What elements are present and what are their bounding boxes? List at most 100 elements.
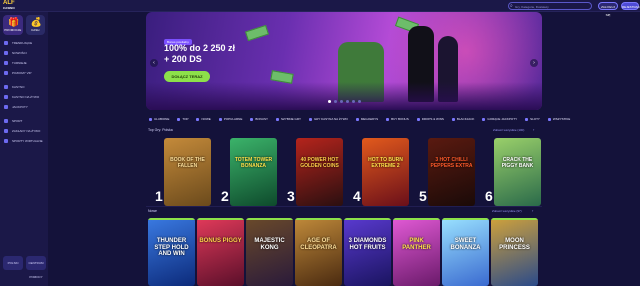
register-button[interactable]: REJESTRACJA bbox=[621, 2, 640, 10]
category-label: BLACKJACK bbox=[456, 117, 475, 121]
game-tile[interactable]: 40 POWER HOT GOLDEN COINS bbox=[296, 138, 343, 206]
sidebar-item-new[interactable]: NOWOŚCI bbox=[0, 48, 48, 58]
category-icon bbox=[547, 117, 551, 121]
chevron-right-icon[interactable]: › bbox=[530, 59, 538, 67]
game-title: THUNDER STEP HOLD AND WIN bbox=[154, 238, 189, 257]
search-placeholder: Gry, Kategorie, Dostawcy bbox=[515, 5, 549, 9]
game-title: 3 HOT CHILLI PEPPERS EXTRA bbox=[430, 157, 473, 169]
category-icon bbox=[276, 117, 279, 121]
sidebar-item-tournaments[interactable]: TURNIEJE bbox=[0, 58, 48, 68]
category-chip[interactable]: BONUSY bbox=[247, 116, 271, 122]
join-now-button[interactable]: DOŁĄCZ TERAZ bbox=[164, 71, 210, 82]
game-tile[interactable]: 3 DIAMONDS HOT FRUITS bbox=[344, 218, 391, 286]
game-title: TOTEM TOWER BONANZA bbox=[234, 157, 273, 169]
category-label: SLOTY bbox=[530, 117, 540, 121]
carousel-dot[interactable] bbox=[358, 100, 361, 103]
view-all-top-link[interactable]: Zobacz wszystkie (100) bbox=[493, 128, 524, 132]
star-icon bbox=[4, 51, 8, 55]
game-tile[interactable]: HOT TO BURN EXTREME 2 bbox=[362, 138, 409, 206]
hero-banner[interactable]: Bonus powitalny 100% do 2 250 zł + 200 D… bbox=[146, 12, 542, 110]
chevron-left-icon[interactable]: ‹ bbox=[150, 59, 158, 67]
category-icon bbox=[196, 117, 200, 121]
sidebar-item-sport[interactable]: SPORT bbox=[0, 116, 48, 126]
jackpot-icon bbox=[4, 105, 8, 109]
game-title: MAJESTIC KONG bbox=[254, 238, 285, 251]
rank-number: 1 bbox=[155, 188, 163, 204]
category-label: TOP bbox=[182, 117, 189, 121]
carousel-dot[interactable] bbox=[346, 100, 349, 103]
section-title-new: Nowe bbox=[148, 209, 157, 213]
category-chip[interactable]: TOP bbox=[174, 116, 191, 122]
category-chip[interactable]: BUY BONUS bbox=[383, 116, 412, 122]
category-chip[interactable]: SLOTY bbox=[522, 116, 543, 122]
logo[interactable]: ALF CASINO bbox=[3, 0, 15, 11]
category-chip[interactable]: ULUBIONE bbox=[146, 116, 172, 122]
sidebar-item-virtual-sports[interactable]: SPORTY WIRTUALNE bbox=[0, 136, 48, 146]
category-icon bbox=[177, 117, 181, 121]
sidebar-item-jackpots[interactable]: JACKPOTY bbox=[0, 102, 48, 112]
sidebar-tile-cash[interactable]: 💰 CASH bbox=[25, 15, 45, 35]
rank-number: 2 bbox=[221, 188, 229, 204]
login-button[interactable]: ZALOGUJ SIĘ bbox=[598, 2, 618, 17]
game-tile[interactable]: AGE OF CLEOPATRA bbox=[295, 218, 342, 286]
game-tile[interactable]: MAJESTIC KONG bbox=[246, 218, 293, 286]
sidebar-item-vip[interactable]: POZIOMY VIP bbox=[0, 68, 48, 78]
sidebar-item-label: SPORTY WIRTUALNE bbox=[12, 139, 43, 143]
category-icon bbox=[308, 117, 312, 121]
category-chip[interactable]: WSZYSTKIE bbox=[545, 116, 573, 122]
carousel-dot[interactable] bbox=[328, 100, 331, 103]
game-tile[interactable]: SWEET BONANZA bbox=[442, 218, 489, 286]
game-tile[interactable]: PINK PANTHER bbox=[393, 218, 440, 286]
game-tile[interactable]: 3 HOT CHILLI PEPPERS EXTRA bbox=[428, 138, 475, 206]
sidebar-item-label: ZAKŁADY NA ŻYWO bbox=[12, 129, 41, 133]
search-icon: ⌕ bbox=[510, 3, 513, 9]
sidebar-item-live-bets[interactable]: ZAKŁADY NA ŻYWO bbox=[0, 126, 48, 136]
category-chip[interactable]: DROPS & WINS bbox=[414, 116, 447, 122]
category-icon bbox=[525, 117, 529, 121]
ball-icon bbox=[4, 119, 8, 123]
sidebar-tile-label: CASH bbox=[31, 28, 40, 32]
category-label: BUY BONUS bbox=[391, 117, 409, 121]
chevron-right-icon[interactable]: › bbox=[533, 127, 534, 132]
hero-headline: 100% do 2 250 zł bbox=[164, 43, 236, 53]
game-tile[interactable]: BONUS PIGGY bbox=[197, 218, 244, 286]
category-icon bbox=[218, 117, 222, 121]
game-title: AGE OF CLEOPATRA bbox=[300, 238, 337, 251]
trophy-icon bbox=[4, 61, 8, 65]
sidebar-item-trending[interactable]: TRENDUJĄCE bbox=[0, 38, 48, 48]
category-label: DROPS & WINS bbox=[421, 117, 444, 121]
game-title: SWEET BONANZA bbox=[450, 238, 481, 251]
view-all-new-link[interactable]: Zobacz wszystkie (97) bbox=[492, 209, 522, 213]
game-tile[interactable]: BOOK OF THE FALLEN bbox=[164, 138, 211, 206]
carousel-dot[interactable] bbox=[340, 100, 343, 103]
category-label: ULUBIONE bbox=[154, 117, 170, 121]
sidebar-tile-promotions[interactable]: 🎁 PROMOCJE bbox=[3, 15, 23, 35]
chevron-right-icon[interactable]: › bbox=[532, 208, 533, 213]
sidebar-item-casino[interactable]: KASYNO bbox=[0, 82, 48, 92]
carousel-dot[interactable] bbox=[334, 100, 337, 103]
sidebar-item-label: TURNIEJE bbox=[12, 61, 27, 65]
top-bar: ALF CASINO ⌕ Gry, Kategorie, Dostawcy ZA… bbox=[0, 0, 640, 17]
carousel-dot[interactable] bbox=[352, 100, 355, 103]
category-chip[interactable]: POPULARNE bbox=[216, 116, 246, 122]
game-tile[interactable]: TOTEM TOWER BONANZA bbox=[230, 138, 277, 206]
language-button[interactable]: POLSKI bbox=[3, 256, 23, 270]
search-input[interactable]: ⌕ Gry, Kategorie, Dostawcy bbox=[508, 2, 592, 10]
category-icon bbox=[482, 117, 486, 121]
sidebar: 🎁 PROMOCJE 💰 CASH TRENDUJĄCE NOWOŚCI TUR… bbox=[0, 12, 48, 286]
category-chip[interactable]: GRY KASYNA NA ŻYWO bbox=[306, 116, 351, 122]
category-chip[interactable]: GORĄCE JACKPOTY bbox=[479, 116, 520, 122]
category-label: POPULARNE bbox=[223, 117, 243, 121]
help-center-button[interactable]: CENTRUM POMOCY bbox=[26, 256, 46, 279]
game-tile[interactable]: CRACK THE PIGGY BANK bbox=[494, 138, 541, 206]
category-chip[interactable]: SZYBKIE GRY bbox=[273, 116, 304, 122]
game-tile[interactable]: THUNDER STEP HOLD AND WIN bbox=[148, 218, 195, 286]
sidebar-item-live-casino[interactable]: KASYNO NA ŻYWO bbox=[0, 92, 48, 102]
category-chip[interactable]: BLACKJACK bbox=[449, 116, 478, 122]
sidebar-item-label: TRENDUJĄCE bbox=[12, 41, 33, 45]
sidebar-item-label: JACKPOTY bbox=[12, 105, 28, 109]
game-tile[interactable]: MOON PRINCESS bbox=[491, 218, 538, 286]
category-chip[interactable]: NOWE bbox=[193, 116, 213, 122]
category-label: GORĄCE JACKPOTY bbox=[487, 117, 518, 121]
category-chip[interactable]: MEGAWAYS bbox=[353, 116, 381, 122]
